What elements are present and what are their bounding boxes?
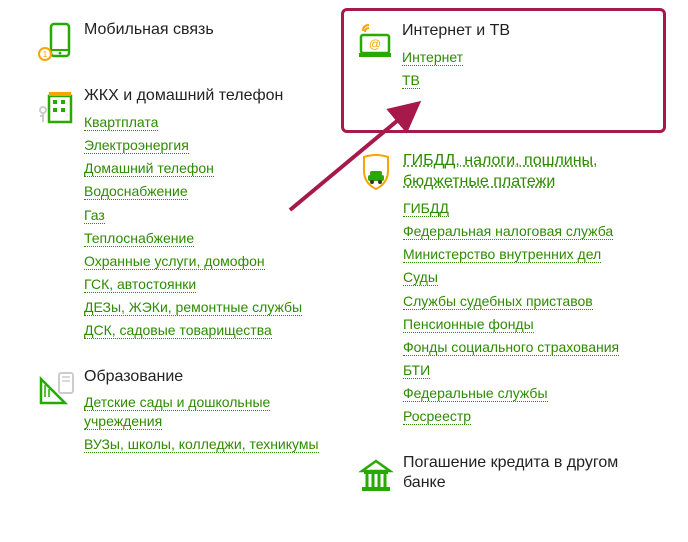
category-title[interactable]: ГИБДД, налоги, пошлины, бюджетные платеж… (403, 151, 658, 193)
category-title: ЖКХ и домашний телефон (84, 86, 339, 107)
sublink[interactable]: Росреестр (403, 408, 471, 425)
list-item: ДСК, садовые товарищества (84, 321, 339, 339)
sublink[interactable]: Службы судебных приставов (403, 293, 593, 310)
list-item: Детские сады и дошкольные учреждения (84, 393, 339, 429)
sublink[interactable]: ТВ (402, 72, 420, 89)
sublink[interactable]: Охранные услуги, домофон (84, 253, 265, 270)
internet-icon: @ (348, 21, 402, 94)
category-mobile: 1 Мобильная связь (30, 20, 339, 64)
sublink[interactable]: Федеральная налоговая служба (403, 223, 613, 240)
svg-text:@: @ (369, 37, 381, 51)
sublink[interactable]: БТИ (403, 362, 430, 379)
list-item: ГИБДД (403, 199, 658, 217)
list-item: Службы судебных приставов (403, 292, 658, 310)
category-education: Образование Детские сады и дошкольные учр… (30, 367, 339, 458)
mobile-icon: 1 (30, 20, 84, 64)
education-icon (30, 367, 84, 458)
sublink[interactable]: Электроэнергия (84, 137, 189, 154)
list-item: Росреестр (403, 407, 658, 425)
sublink[interactable]: Квартплата (84, 114, 158, 131)
list-item: Пенсионные фонды (403, 315, 658, 333)
category-internet: @ Интернет и ТВ Интернет ТВ (348, 21, 659, 94)
list-item: ДЕЗы, ЖЭКи, ремонтные службы (84, 298, 339, 316)
list-item: Электроэнергия (84, 136, 339, 154)
list-item: Охранные услуги, домофон (84, 252, 339, 270)
loan-icon (349, 453, 403, 501)
sublink[interactable]: Домашний телефон (84, 160, 214, 177)
category-gov: ГИБДД, налоги, пошлины, бюджетные платеж… (349, 151, 658, 430)
list-item: Газ (84, 206, 339, 224)
sublink[interactable]: ГСК, автостоянки (84, 276, 196, 293)
list-item: Федеральные службы (403, 384, 658, 402)
category-title: Погашение кредита в другом банке (403, 453, 658, 495)
list-item: ТВ (402, 71, 659, 89)
sublink[interactable]: Теплоснабжение (84, 230, 194, 247)
sublink[interactable]: ДСК, садовые товарищества (84, 322, 272, 339)
sublink[interactable]: Интернет (402, 49, 463, 66)
sublink[interactable]: Водоснабжение (84, 183, 188, 200)
list-item: Теплоснабжение (84, 229, 339, 247)
sublink[interactable]: Суды (403, 269, 438, 286)
list-item: БТИ (403, 361, 658, 379)
sublink[interactable]: Пенсионные фонды (403, 316, 534, 333)
sublink[interactable]: ДЕЗы, ЖЭКи, ремонтные службы (84, 299, 302, 316)
category-title: Образование (84, 367, 339, 388)
category-title: Мобильная связь (84, 20, 339, 41)
gov-icon (349, 151, 403, 430)
sublink[interactable]: Газ (84, 207, 105, 224)
list-item: Интернет (402, 48, 659, 66)
sublink[interactable]: ГИБДД (403, 200, 449, 217)
housing-icon (30, 86, 84, 345)
list-item: Суды (403, 268, 658, 286)
sublink[interactable]: Фонды социального страхования (403, 339, 619, 356)
category-loan: Погашение кредита в другом банке (349, 453, 658, 501)
sublink[interactable]: Министерство внутренних дел (403, 246, 601, 263)
category-housing: ЖКХ и домашний телефон Квартплата Электроэ… (30, 86, 339, 345)
list-item: Фонды социального страхования (403, 338, 658, 356)
category-title: Интернет и ТВ (402, 21, 659, 42)
list-item: Квартплата (84, 113, 339, 131)
list-item: ГСК, автостоянки (84, 275, 339, 293)
sublink[interactable]: Федеральные службы (403, 385, 548, 402)
svg-text:1: 1 (43, 50, 48, 59)
sublink[interactable]: ВУЗы, школы, колледжи, техникумы (84, 436, 319, 453)
list-item: Домашний телефон (84, 159, 339, 177)
list-item: Министерство внутренних дел (403, 245, 658, 263)
sublink[interactable]: Детские сады и дошкольные учреждения (84, 394, 270, 429)
list-item: Федеральная налоговая служба (403, 222, 658, 240)
list-item: ВУЗы, школы, колледжи, техникумы (84, 435, 339, 453)
list-item: Водоснабжение (84, 182, 339, 200)
